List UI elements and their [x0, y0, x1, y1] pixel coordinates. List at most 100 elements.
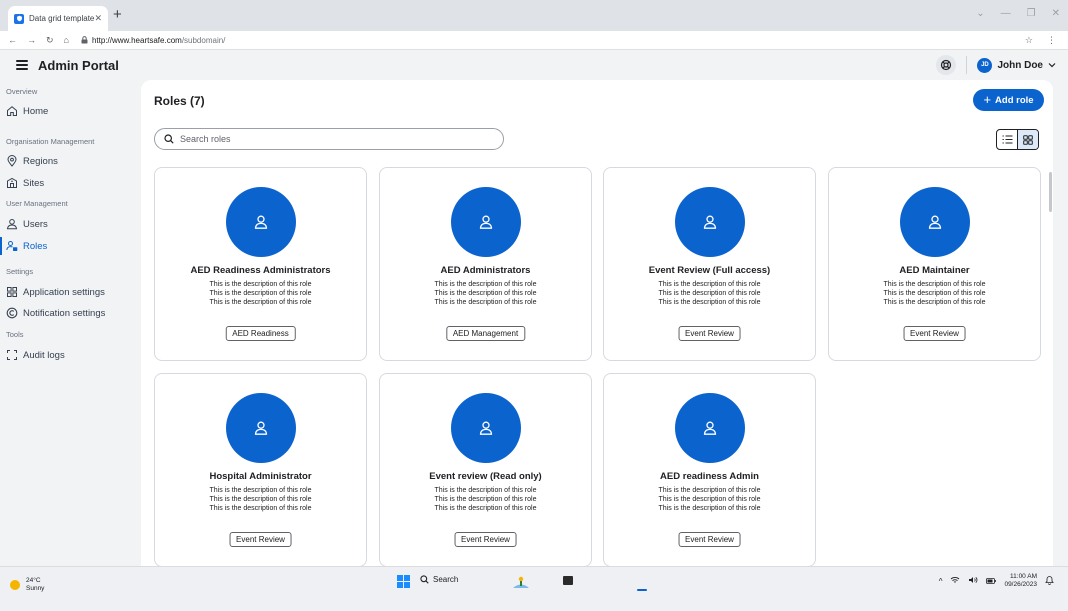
role-tag-chip: Event Review [903, 326, 966, 341]
role-description-line: This is the description of this role [883, 290, 986, 297]
sidebar-item-label: Audit logs [23, 349, 65, 361]
role-card[interactable]: AED Maintainer This is the description o… [828, 167, 1041, 361]
sun-icon [10, 580, 20, 590]
bookmark-star-icon[interactable]: ☆ [1025, 35, 1033, 46]
os-taskbar: 24°C Sunny Search ^ 11:00 AM 09/26/2023 [0, 566, 1068, 611]
user-menu[interactable]: JD John Doe [977, 57, 1056, 73]
back-icon[interactable]: ← [8, 35, 17, 46]
plus-icon: + [983, 92, 992, 107]
close-window-icon[interactable]: ✕ [1052, 8, 1060, 19]
role-description-line: This is the description of this role [209, 281, 312, 288]
address-bar: ← → ↻ ⌂ http://www.heartsafe.com/subdoma… [0, 31, 1068, 50]
menu-dots-icon[interactable]: ⋮ [1047, 35, 1056, 46]
role-description-line: This is the description of this role [434, 496, 537, 503]
sidebar-item-regions[interactable]: Regions [6, 152, 136, 170]
url-host: http://www.heartsafe.com [91, 35, 182, 45]
role-tag-chip: Event Review [678, 326, 741, 341]
tab-close-icon[interactable]: ✕ [94, 13, 102, 24]
user-icon [254, 215, 268, 229]
role-description-line: This is the description of this role [434, 505, 537, 512]
taskbar-app-icon[interactable] [512, 573, 530, 589]
clock[interactable]: 11:00 AM 09/26/2023 [1004, 573, 1037, 589]
windows-start-icon[interactable] [397, 575, 410, 588]
search-field[interactable] [180, 134, 480, 144]
user-name: John Doe [997, 59, 1043, 71]
sidebar-item-label: Users [23, 218, 48, 230]
user-icon [703, 421, 717, 435]
sidebar-item-audit-logs[interactable]: Audit logs [6, 346, 136, 364]
notification-settings-icon [6, 307, 18, 319]
search-input[interactable] [154, 128, 504, 150]
role-name: Event Review (Full access) [648, 265, 771, 276]
window-controls: ⌄ — ❐ ✕ [976, 8, 1060, 19]
role-description-line: This is the description of this role [658, 487, 761, 494]
role-description-line: This is the description of this role [209, 299, 312, 306]
volume-icon[interactable] [968, 576, 978, 586]
sidebar-item-application-settings[interactable]: Application settings [6, 283, 136, 301]
chevron-down-icon[interactable]: ⌄ [976, 8, 984, 19]
role-description-line: This is the description of this role [434, 487, 537, 494]
role-description-line: This is the description of this role [658, 505, 761, 512]
role-description-line: This is the description of this role [658, 299, 761, 306]
url-path: /subdomain/ [181, 35, 226, 45]
add-role-button[interactable]: + Add role [973, 89, 1044, 111]
header-actions: JD John Doe [936, 55, 1056, 75]
avatar: JD [977, 57, 993, 73]
taskbar-app-icon[interactable] [563, 576, 573, 585]
restore-icon[interactable]: ❐ [1027, 8, 1036, 19]
sidebar-item-label: Regions [23, 155, 58, 167]
role-card[interactable]: Event Review (Full access) This is the d… [603, 167, 816, 361]
app-header: Admin Portal JD John Doe [0, 50, 1068, 80]
role-description-line: This is the description of this role [883, 281, 986, 288]
role-name: Hospital Administrator [209, 471, 312, 482]
home-icon [7, 106, 17, 116]
role-avatar [451, 393, 521, 463]
forward-icon[interactable]: → [27, 35, 36, 46]
home-browser-icon[interactable]: ⌂ [64, 35, 69, 46]
battery-icon[interactable] [986, 577, 997, 586]
search-icon [420, 575, 429, 584]
add-role-label: Add role [995, 94, 1034, 106]
sidebar-item-roles[interactable]: Roles [0, 237, 130, 255]
role-card[interactable]: Hospital Administrator This is the descr… [154, 373, 367, 566]
user-icon [479, 421, 493, 435]
sidebar-item-sites[interactable]: Sites [6, 174, 136, 192]
role-card[interactable]: AED readiness Admin This is the descript… [603, 373, 816, 566]
role-avatar [675, 393, 745, 463]
role-card[interactable]: Event review (Read only) This is the des… [379, 373, 592, 566]
grid-view-button[interactable] [1017, 130, 1038, 149]
shield-favicon-icon [14, 13, 24, 24]
grid-view-icon [1023, 134, 1033, 145]
weather-temperature: 24°C [26, 577, 41, 584]
role-description-line: This is the description of this role [434, 281, 537, 288]
minimize-icon[interactable]: — [1001, 8, 1011, 19]
role-description-line: This is the description of this role [658, 496, 761, 503]
role-card[interactable]: AED Readiness Administrators This is the… [154, 167, 367, 361]
role-tag-chip: Event Review [678, 532, 741, 547]
url-field[interactable]: http://www.heartsafe.com/subdomain/ [81, 36, 225, 45]
hamburger-menu-icon[interactable] [16, 60, 28, 70]
sidebar-item-label: Home [23, 105, 49, 117]
wifi-icon[interactable] [950, 576, 960, 586]
active-indicator [0, 237, 2, 255]
notification-bell-icon[interactable] [1045, 575, 1054, 587]
sidebar-item-label: Roles [23, 240, 48, 252]
grid-apps-icon [7, 287, 17, 297]
browser-tab-strip: Data grid template ✕ + ⌄ — ❐ ✕ [0, 0, 1068, 31]
sidebar-item-home[interactable]: Home [6, 102, 136, 120]
weather-widget[interactable]: 24°C Sunny [10, 577, 44, 593]
section-label-tools: Tools [6, 330, 24, 339]
role-card[interactable]: AED Administrators This is the descripti… [379, 167, 592, 361]
sidebar-item-users[interactable]: Users [6, 215, 136, 233]
new-tab-button[interactable]: + [113, 6, 122, 24]
support-lifebuoy-icon[interactable] [936, 55, 957, 75]
chevron-up-icon[interactable]: ^ [939, 577, 943, 586]
taskbar-search[interactable]: Search [420, 575, 458, 584]
browser-tab[interactable]: Data grid template ✕ [8, 6, 108, 31]
sidebar-item-notification-settings[interactable]: Notification settings [6, 304, 136, 322]
role-description-line: This is the description of this role [209, 505, 312, 512]
list-view-button[interactable] [997, 130, 1017, 149]
scrollbar-thumb[interactable] [1049, 172, 1052, 212]
reload-icon[interactable]: ↻ [46, 35, 54, 46]
taskbar-active-indicator [637, 589, 647, 591]
